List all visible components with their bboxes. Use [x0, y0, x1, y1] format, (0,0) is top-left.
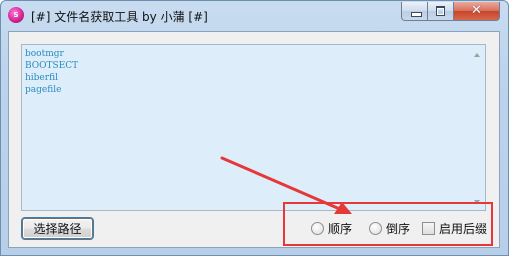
- select-path-button[interactable]: 选择路径: [22, 218, 93, 239]
- minimize-icon: [402, 2, 427, 20]
- app-icon[interactable]: S: [8, 7, 24, 23]
- vertical-scrollbar[interactable]: [470, 45, 485, 210]
- close-button[interactable]: ✕: [454, 2, 500, 21]
- filename-list: bootmgr BOOTSECT hiberfil pagefile: [25, 48, 78, 96]
- minimize-button[interactable]: [401, 2, 428, 21]
- filename-line: bootmgr: [25, 49, 64, 59]
- window-title: [#] 文件名获取工具 by 小蒲 [#]: [31, 10, 208, 24]
- scroll-up-arrow-icon[interactable]: [474, 53, 480, 57]
- filename-output-textarea[interactable]: bootmgr BOOTSECT hiberfil pagefile: [21, 44, 486, 211]
- close-icon: ✕: [471, 3, 482, 18]
- annotation-highlight-box: [283, 202, 493, 246]
- maximize-button[interactable]: [428, 2, 454, 21]
- filename-line: pagefile: [25, 85, 62, 95]
- filename-line: BOOTSECT: [25, 61, 79, 71]
- maximize-icon: [428, 2, 453, 20]
- filename-line: hiberfil: [25, 73, 58, 83]
